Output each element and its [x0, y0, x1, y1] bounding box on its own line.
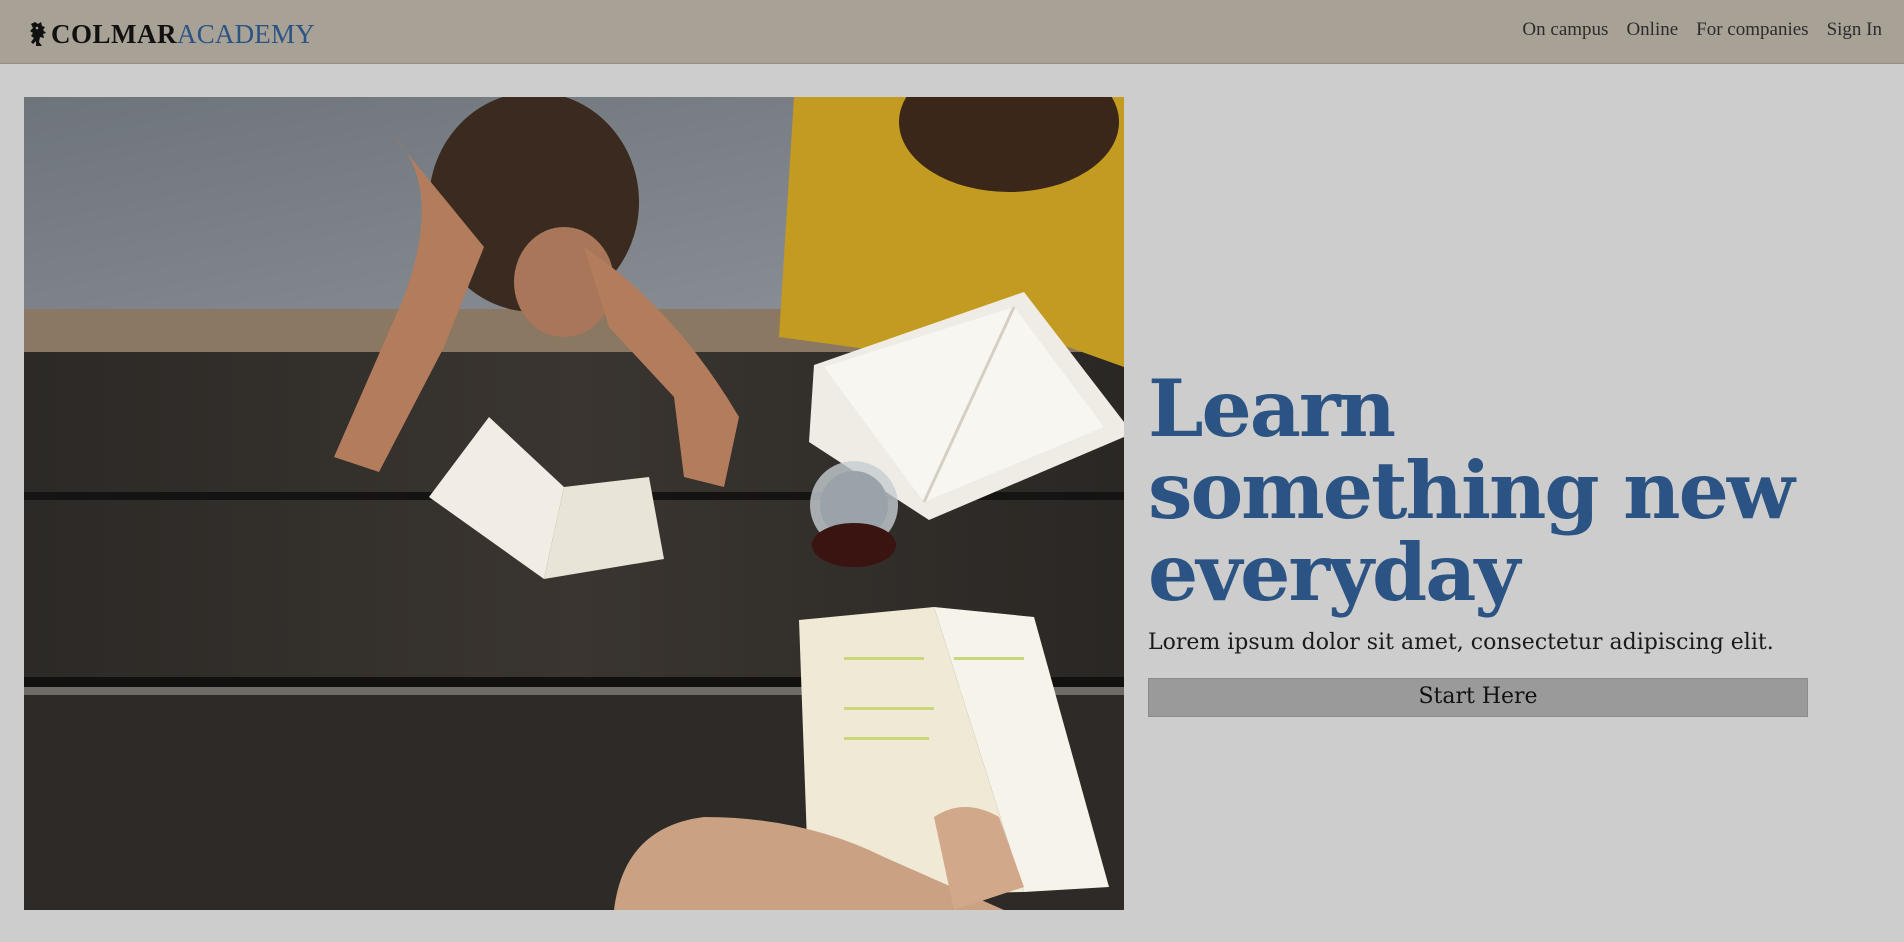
brand-logo[interactable]: COLMAR ACADEMY: [27, 17, 315, 51]
nav-link-sign-in[interactable]: Sign In: [1827, 19, 1882, 41]
nav-link-on-campus[interactable]: On campus: [1522, 19, 1608, 41]
nav-link-for-companies[interactable]: For companies: [1696, 19, 1808, 41]
hero-subheadline: Lorem ipsum dolor sit amet, consectetur …: [1148, 630, 1774, 655]
lion-crest-icon: [27, 20, 49, 48]
nav-links: On campus Online For companies Sign In: [1522, 19, 1882, 41]
brand-name-bold: COLMAR: [51, 18, 177, 49]
start-here-button[interactable]: Start Here: [1148, 678, 1808, 717]
top-navbar: COLMAR ACADEMY On campus Online For compa…: [0, 0, 1904, 64]
hero-text-block: Learn something new everyday Lorem ipsum…: [1148, 368, 1808, 717]
nav-link-online[interactable]: Online: [1626, 19, 1678, 41]
hero-headline: Learn something new everyday: [1148, 362, 1795, 619]
hero-photo: [24, 97, 1124, 910]
brand-name-light: ACADEMY: [177, 18, 315, 49]
